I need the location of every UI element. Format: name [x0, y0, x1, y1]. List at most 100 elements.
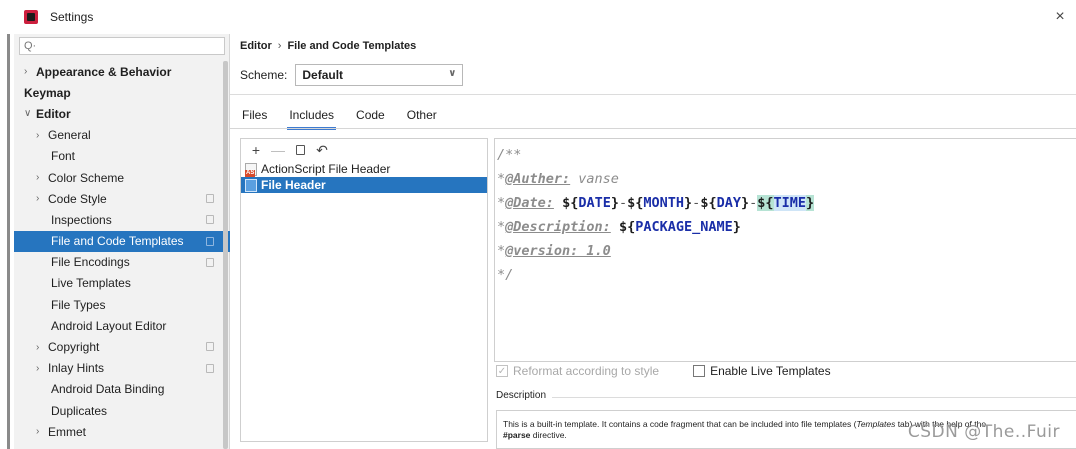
- chevron-right-icon[interactable]: ›: [36, 342, 48, 353]
- sidebar-item[interactable]: Font: [14, 146, 230, 167]
- chevron-right-icon[interactable]: ›: [36, 130, 48, 141]
- code-doc-tag: @Date:: [505, 195, 554, 211]
- file-header-icon: [245, 178, 257, 192]
- code-comment: *: [497, 219, 506, 235]
- sidebar-item-label: Editor: [36, 106, 71, 121]
- tab-includes[interactable]: Includes: [287, 104, 336, 130]
- tab-code[interactable]: Code: [354, 104, 387, 126]
- close-icon[interactable]: ×: [1052, 9, 1068, 25]
- sidebar-item[interactable]: › Copyright: [14, 336, 230, 357]
- remove-template-button[interactable]: —: [269, 141, 287, 159]
- chevron-down-icon[interactable]: ∨: [24, 108, 36, 119]
- sidebar-item-label: Inspections: [51, 212, 112, 227]
- sidebar-item[interactable]: › General: [14, 125, 230, 146]
- code-var-close: }: [740, 195, 750, 211]
- chevron-right-icon[interactable]: ›: [36, 172, 48, 183]
- sidebar-item[interactable]: Duplicates: [14, 400, 230, 421]
- sidebar-item[interactable]: › Inlay Hints: [14, 358, 230, 379]
- sidebar-item[interactable]: ∨ Editor: [14, 103, 230, 124]
- chevron-right-icon[interactable]: ›: [36, 426, 48, 437]
- sidebar-item-label: Color Scheme: [48, 170, 125, 185]
- code-line: *@version: 1.0: [497, 239, 1076, 263]
- code-var-open: ${: [618, 219, 636, 235]
- chevron-right-icon[interactable]: ›: [24, 66, 36, 77]
- sidebar-item-label: Duplicates: [51, 403, 108, 418]
- code-var-open: ${: [562, 195, 579, 211]
- template-name: ActionScript File Header: [261, 162, 391, 176]
- sidebar-scrollbar[interactable]: [223, 61, 228, 449]
- sidebar-item[interactable]: Inspections: [14, 209, 230, 230]
- sidebar-item[interactable]: File Encodings: [14, 252, 230, 273]
- code-doc-tag: @Description:: [505, 219, 611, 235]
- sidebar-item[interactable]: File Types: [14, 294, 230, 315]
- sidebar-item[interactable]: › Code Style: [14, 188, 230, 209]
- sidebar-item[interactable]: File and Code Templates: [14, 230, 230, 252]
- sidebar-item-label: Live Templates: [51, 276, 131, 291]
- sidebar-item-label: File Encodings: [51, 255, 130, 270]
- scheme-label: Scheme:: [240, 68, 288, 82]
- description-italic: Templates: [856, 419, 896, 429]
- copy-template-button[interactable]: [291, 141, 309, 159]
- template-list-panel: + — ↶ ActionScript File Header File Heade…: [240, 138, 488, 442]
- sidebar-item-label: Android Data Binding: [51, 382, 165, 397]
- chevron-down-icon: ∨: [448, 68, 457, 79]
- project-scope-icon: [206, 257, 214, 267]
- tab-files[interactable]: Files: [240, 104, 269, 126]
- breadcrumb-current: File and Code Templates: [287, 40, 417, 52]
- code-var-open: ${: [627, 195, 644, 211]
- breadcrumb-separator: ›: [277, 40, 282, 52]
- live-templates-option[interactable]: Enable Live Templates: [693, 364, 831, 378]
- add-template-button[interactable]: +: [247, 141, 265, 159]
- code-doc-tag: @version: 1.0: [505, 243, 611, 259]
- code-dash: -: [618, 195, 628, 211]
- reformat-checkbox[interactable]: ✓: [496, 365, 508, 377]
- sidebar-item[interactable]: › Color Scheme: [14, 167, 230, 188]
- live-templates-checkbox[interactable]: [693, 365, 706, 377]
- chevron-right-icon[interactable]: ›: [36, 363, 48, 374]
- code-var-close: }: [806, 195, 815, 211]
- code-line: */: [497, 263, 1076, 287]
- chevron-right-icon[interactable]: ›: [36, 193, 48, 204]
- template-list-item[interactable]: File Header: [241, 177, 487, 193]
- divider: [230, 94, 1076, 95]
- search-icon: Q·: [24, 40, 37, 52]
- sidebar-item-label: Inlay Hints: [48, 361, 105, 376]
- reformat-option[interactable]: ✓ Reformat according to style: [496, 364, 659, 378]
- code-line: *@Date: ${DATE}-${MONTH}-${DAY}-${TIME}: [497, 191, 1076, 215]
- left-edge: [0, 34, 14, 449]
- code-var-open: ${: [700, 195, 717, 211]
- template-list-item[interactable]: ActionScript File Header: [241, 161, 487, 177]
- sidebar-item-label: Code Style: [48, 191, 107, 206]
- sidebar-item-label: General: [48, 128, 91, 143]
- template-code-editor[interactable]: /** *@Auther: vanse *@Date: ${DATE}-${MO…: [494, 138, 1076, 362]
- sidebar-item[interactable]: Keymap: [14, 82, 230, 103]
- scheme-row: Scheme: Default ∨: [240, 64, 464, 86]
- sidebar-item[interactable]: Live Templates: [14, 273, 230, 294]
- sidebar-item[interactable]: Android Layout Editor: [14, 315, 230, 336]
- sidebar-item[interactable]: › Emmet: [14, 421, 230, 442]
- sidebar-item-label: File Types: [51, 297, 106, 312]
- sidebar-item-label: Copyright: [48, 340, 100, 355]
- code-line: *@Description: ${PACKAGE_NAME}: [497, 215, 1076, 239]
- settings-sidebar: Q· › Appearance & Behavior Keymap ∨ Editor › G…: [14, 34, 230, 449]
- live-templates-label: Enable Live Templates: [710, 364, 831, 378]
- copy-icon: [295, 145, 305, 155]
- code-variable: TIME: [773, 195, 807, 211]
- scheme-dropdown[interactable]: Default ∨: [295, 64, 464, 86]
- code-var-open: ${: [757, 195, 774, 211]
- description-label: Description: [496, 390, 547, 401]
- breadcrumb-parent[interactable]: Editor: [240, 40, 272, 52]
- code-line: *@Auther: vanse: [497, 167, 1076, 191]
- scheme-value: Default: [302, 68, 344, 82]
- code-variable: DATE: [578, 195, 611, 211]
- sidebar-item[interactable]: Android Data Binding: [14, 379, 230, 400]
- reset-template-button[interactable]: ↶: [313, 141, 331, 159]
- settings-search-input[interactable]: Q·: [19, 37, 225, 55]
- left-edge-bar: [7, 34, 10, 449]
- watermark: CSDN @The..Fuir: [907, 422, 1060, 442]
- sidebar-item[interactable]: › Appearance & Behavior: [14, 61, 230, 82]
- tab-other[interactable]: Other: [405, 104, 439, 126]
- code-line: /**: [497, 143, 1076, 167]
